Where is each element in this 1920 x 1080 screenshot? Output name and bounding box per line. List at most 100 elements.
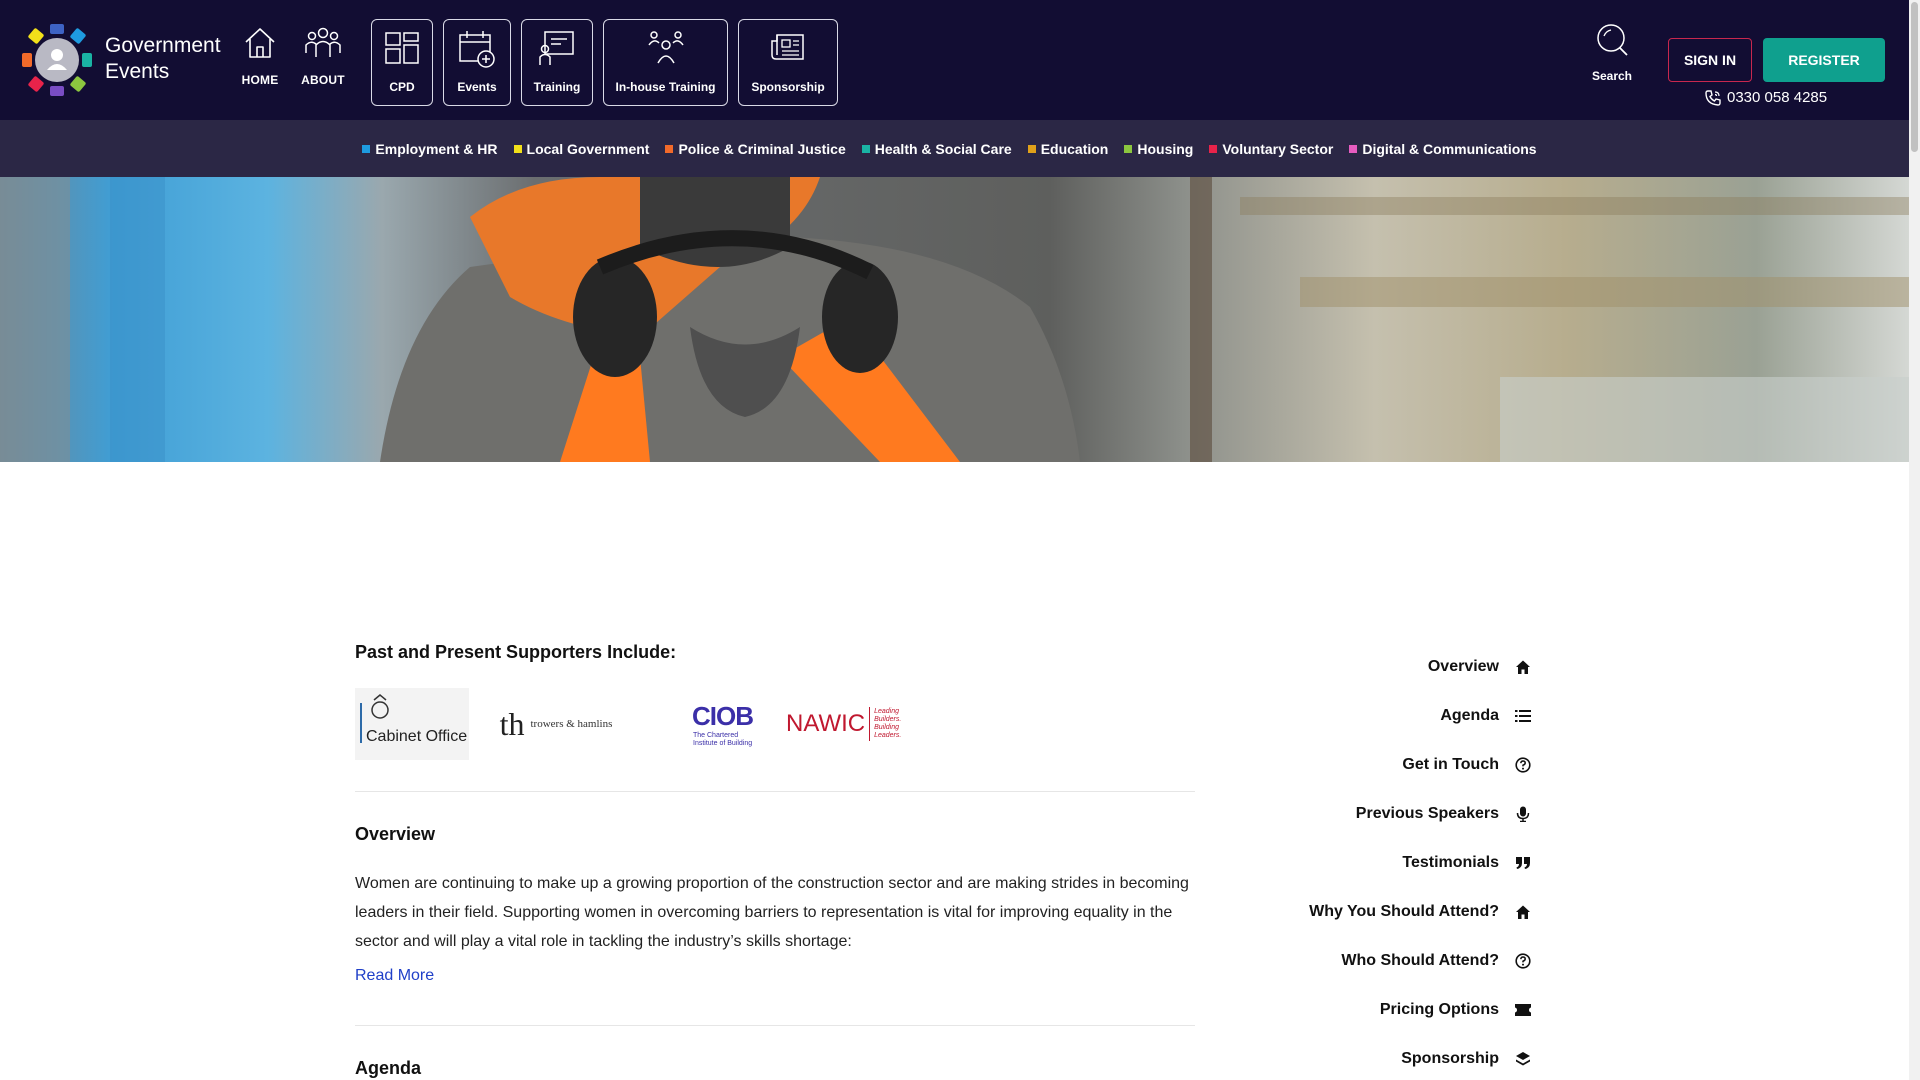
side-nav-label: Sponsorship	[1401, 1050, 1499, 1067]
phone-number: 0330 058 4285	[1727, 89, 1828, 106]
nav-sponsorship-label: Sponsorship	[751, 80, 825, 94]
presenter-icon	[539, 31, 574, 65]
supporter-logo-cabinet-office-text: Cabinet Office	[366, 728, 468, 745]
search-icon	[1597, 24, 1628, 56]
nav-training[interactable]: Training	[521, 19, 593, 106]
side-nav-label: Previous Speakers	[1355, 805, 1499, 822]
side-nav-agenda[interactable]: Agenda	[1440, 702, 1532, 730]
category-local-government[interactable]: Local Government	[513, 140, 650, 157]
category-voluntary-sector[interactable]: Voluntary Sector	[1209, 141, 1333, 157]
side-nav-overview[interactable]: Overview	[1428, 653, 1532, 681]
category-dot	[362, 144, 371, 153]
list-icon	[1514, 707, 1532, 725]
side-nav-pricing-options[interactable]: Pricing Options	[1380, 996, 1532, 1024]
supporter-logo-trowers-hamlins-text: trowers & hamlins	[530, 718, 613, 730]
side-nav-label: Testimonials	[1402, 854, 1499, 871]
group-icon	[647, 31, 684, 64]
category-dot	[1209, 144, 1218, 153]
supporter-logo-nawic-subtext: Leading Builders. Building Leaders.	[874, 708, 902, 739]
category-housing[interactable]: Housing	[1124, 141, 1193, 157]
layers-icon	[1514, 1050, 1532, 1068]
hero-illustration	[0, 177, 1909, 462]
side-nav-testimonials[interactable]: Testimonials	[1402, 849, 1532, 877]
logo-text-line-1: Government	[105, 34, 221, 57]
side-nav-label: Overview	[1427, 658, 1499, 675]
nav-training-label: Training	[533, 80, 581, 94]
register-button[interactable]: REGISTER	[1763, 38, 1885, 82]
home-icon	[1514, 903, 1532, 921]
category-police-criminal-justice[interactable]: Police & Criminal Justice	[665, 140, 846, 157]
category-label: Digital & Communications	[1362, 140, 1537, 157]
supporter-logo-ciob-subtext: The Chartered Institute of Building	[693, 731, 753, 747]
supporter-logo-cabinet-office: Cabinet Office	[355, 688, 469, 760]
page-scrollbar[interactable]	[1909, 0, 1920, 1080]
phone-contact[interactable]: 0330 058 4285	[1705, 89, 1827, 106]
read-more-link[interactable]: Read More	[355, 967, 434, 985]
category-label: Police & Criminal Justice	[678, 140, 846, 157]
trowers-hamlins-mark: th	[499, 705, 525, 742]
category-education[interactable]: Education	[1027, 140, 1109, 157]
nav-in-house-training[interactable]: In-house Training	[603, 19, 728, 106]
category-dot	[1124, 144, 1133, 153]
nav-events[interactable]: Events	[443, 19, 511, 106]
nav-cpd-label: CPD	[389, 80, 415, 94]
nav-about-label: ABOUT	[301, 73, 345, 87]
side-nav-get-in-touch[interactable]: Get in Touch	[1402, 751, 1532, 779]
sign-in-button[interactable]: SIGN IN	[1668, 38, 1752, 82]
category-label: Local Government	[526, 140, 650, 157]
top-navigation-bar: Government Events HOME ABOUT CPD Events …	[0, 0, 1909, 120]
home-icon	[1514, 658, 1532, 676]
hero-image	[0, 177, 1909, 462]
divider	[355, 791, 1195, 792]
quote-icon	[1514, 854, 1532, 872]
nav-about[interactable]: ABOUT	[288, 25, 358, 87]
logo-text[interactable]: Government Events	[105, 33, 221, 85]
category-dot	[513, 144, 522, 153]
home-icon	[245, 28, 275, 58]
nav-home[interactable]: HOME	[225, 25, 295, 87]
supporter-logo-nawic: NAWIC Leading Builders. Building Leaders…	[786, 688, 903, 760]
divider	[355, 1025, 1195, 1026]
category-employment-hr[interactable]: Employment & HR	[362, 141, 498, 157]
question-circle-icon	[1514, 756, 1532, 774]
category-dot	[665, 144, 674, 153]
scrollbar-thumb[interactable]	[1911, 2, 1918, 152]
newspaper-icon	[771, 34, 804, 60]
side-nav-label: Pricing Options	[1379, 1001, 1499, 1018]
nav-events-label: Events	[457, 80, 497, 94]
supporter-logo-ciob: CIOB The Chartered Institute of Building	[648, 688, 754, 760]
category-dot	[861, 144, 870, 153]
government-events-logo[interactable]	[18, 22, 96, 98]
category-label: Voluntary Sector	[1222, 140, 1334, 157]
side-nav-label: Agenda	[1440, 707, 1499, 724]
microphone-icon	[1514, 805, 1532, 823]
calendar-add-icon	[459, 31, 495, 68]
phone-icon	[1705, 89, 1721, 106]
category-digital-communications[interactable]: Digital & Communications	[1349, 140, 1537, 157]
nav-cpd[interactable]: CPD	[371, 19, 433, 106]
nav-in-house-training-label: In-house Training	[615, 80, 716, 94]
search-button[interactable]: Search	[1582, 22, 1642, 83]
category-dot	[1027, 144, 1036, 153]
side-nav-previous-speakers[interactable]: Previous Speakers	[1356, 800, 1532, 828]
supporter-logo-ciob-text: CIOB	[692, 700, 754, 731]
category-dot	[1349, 144, 1358, 153]
category-health-social-care[interactable]: Health & Social Care	[861, 141, 1012, 157]
crest-icon	[360, 694, 389, 743]
side-nav-why-attend[interactable]: Why You Should Attend?	[1309, 898, 1532, 926]
search-label: Search	[1591, 69, 1633, 83]
supporter-logo-nawic-text: NAWIC	[786, 710, 866, 737]
supporters-title: Past and Present Supporters Include:	[355, 642, 677, 662]
question-circle-icon	[1514, 952, 1532, 970]
people-icon	[305, 27, 341, 57]
side-nav-label: Why You Should Attend?	[1309, 903, 1499, 920]
side-nav-label: Get in Touch	[1402, 756, 1499, 773]
category-label: Education	[1040, 140, 1109, 157]
ticket-icon	[1514, 1001, 1532, 1019]
overview-title: Overview	[355, 824, 436, 844]
category-label: Housing	[1137, 140, 1194, 157]
logo-text-line-2: Events	[105, 60, 170, 83]
side-nav-sponsorship[interactable]: Sponsorship	[1401, 1045, 1532, 1073]
side-nav-who-attend[interactable]: Who Should Attend?	[1341, 947, 1532, 975]
nav-sponsorship[interactable]: Sponsorship	[738, 19, 838, 106]
